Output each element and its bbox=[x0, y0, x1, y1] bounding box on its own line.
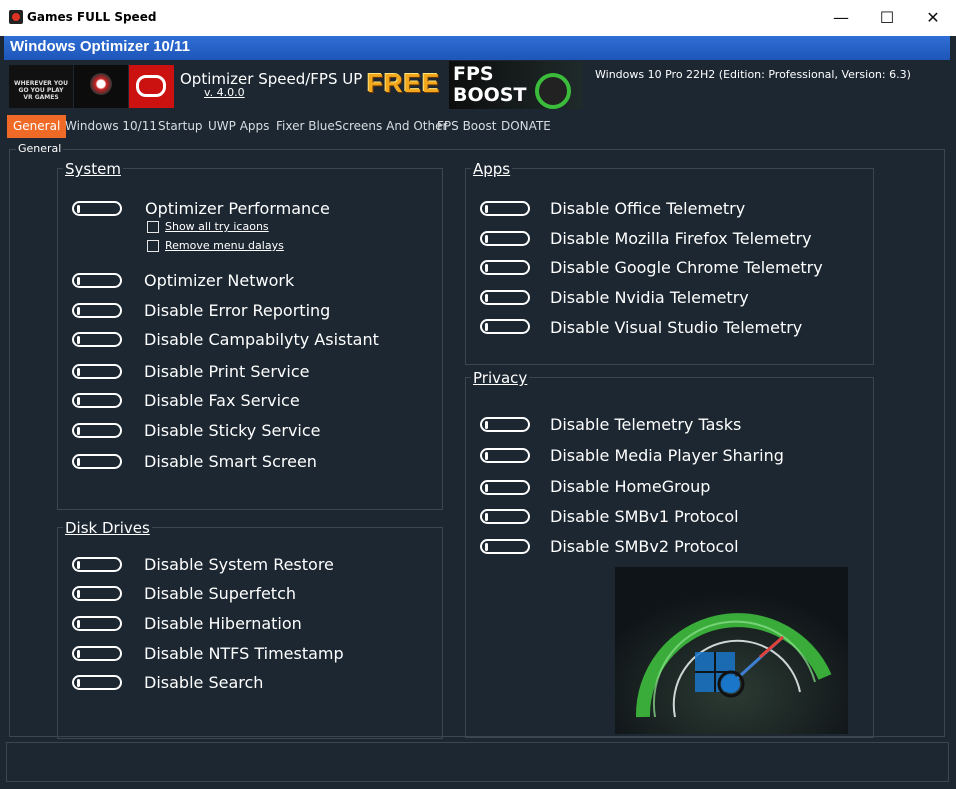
gauge-icon bbox=[535, 73, 571, 109]
brand-logo bbox=[74, 65, 128, 108]
close-button[interactable]: ✕ bbox=[910, 0, 956, 36]
fps-boost-banner: FPS BOOST bbox=[449, 61, 583, 109]
toggle-search[interactable] bbox=[72, 675, 122, 690]
tab-general[interactable]: General bbox=[7, 115, 67, 138]
label-telemetry-tasks: Disable Telemetry Tasks bbox=[550, 415, 742, 434]
label-sticky-service: Disable Sticky Service bbox=[144, 421, 321, 440]
checkbox-remove-menu-delays[interactable] bbox=[147, 240, 159, 252]
toggle-telemetry-tasks[interactable] bbox=[480, 417, 530, 432]
version-link[interactable]: v. 4.0.0 bbox=[204, 86, 245, 99]
system-title: System bbox=[63, 160, 123, 178]
label-optimizer-performance: Optimizer Performance bbox=[145, 199, 330, 218]
speedometer-icon bbox=[615, 567, 848, 734]
title-bar: Games FULL Speed — ☐ ✕ bbox=[0, 0, 956, 36]
disk-drives-title: Disk Drives bbox=[63, 519, 152, 537]
toggle-nvidia-telemetry[interactable] bbox=[480, 290, 530, 305]
toggle-compatibility-assistant[interactable] bbox=[72, 332, 122, 347]
label-homegroup: Disable HomeGroup bbox=[550, 477, 711, 496]
toggle-smart-screen[interactable] bbox=[72, 454, 122, 469]
toggle-visual-studio-telemetry[interactable] bbox=[480, 319, 530, 334]
label-compatibility-assistant: Disable Campabilyty Asistant bbox=[144, 330, 379, 349]
label-remove-menu-delays: Remove menu dalays bbox=[165, 239, 284, 252]
toggle-ntfs-timestamp[interactable] bbox=[72, 646, 122, 661]
toggle-homegroup[interactable] bbox=[480, 480, 530, 495]
toggle-hibernation[interactable] bbox=[72, 616, 122, 631]
toggle-superfetch[interactable] bbox=[72, 586, 122, 601]
free-badge: FREE bbox=[367, 68, 441, 98]
toggle-smbv1[interactable] bbox=[480, 509, 530, 524]
gaming-logo bbox=[129, 65, 174, 108]
tab-uwp-apps[interactable]: UWP Apps bbox=[208, 115, 269, 138]
toggle-chrome-telemetry[interactable] bbox=[480, 260, 530, 275]
label-optimizer-network: Optimizer Network bbox=[144, 271, 295, 290]
status-bar bbox=[6, 742, 949, 782]
toggle-smbv2[interactable] bbox=[480, 539, 530, 554]
label-smart-screen: Disable Smart Screen bbox=[144, 452, 317, 471]
toggle-firefox-telemetry[interactable] bbox=[480, 231, 530, 246]
label-system-restore: Disable System Restore bbox=[144, 555, 334, 574]
label-fax-service: Disable Fax Service bbox=[144, 391, 300, 410]
app-icon bbox=[9, 10, 23, 24]
label-media-player-sharing: Disable Media Player Sharing bbox=[550, 446, 784, 465]
toggle-office-telemetry[interactable] bbox=[480, 201, 530, 216]
speedometer-illustration bbox=[615, 567, 848, 734]
vr-games-text: WHEREVER YOU GO YOU PLAY VR GAMES bbox=[13, 80, 68, 101]
tab-startup[interactable]: Startup bbox=[158, 115, 203, 138]
label-smbv2: Disable SMBv2 Protocol bbox=[550, 537, 739, 556]
label-office-telemetry: Disable Office Telemetry bbox=[550, 199, 746, 218]
label-show-tray-icons: Show all try icaons bbox=[165, 220, 269, 233]
gamepad-icon bbox=[136, 75, 166, 97]
label-superfetch: Disable Superfetch bbox=[144, 584, 296, 603]
label-search: Disable Search bbox=[144, 673, 264, 692]
label-print-service: Disable Print Service bbox=[144, 362, 310, 381]
window-title: Games FULL Speed bbox=[27, 10, 157, 24]
toggle-sticky-service[interactable] bbox=[72, 423, 122, 438]
os-info: Windows 10 Pro 22H2 (Edition: Profession… bbox=[595, 68, 911, 81]
maximize-button[interactable]: ☐ bbox=[864, 0, 910, 36]
label-chrome-telemetry: Disable Google Chrome Telemetry bbox=[550, 258, 823, 277]
label-error-reporting: Disable Error Reporting bbox=[144, 301, 331, 320]
label-visual-studio-telemetry: Disable Visual Studio Telemetry bbox=[550, 318, 803, 337]
tab-fixer[interactable]: Fixer BlueScreens And Other bbox=[276, 115, 447, 138]
tab-fps-boost[interactable]: FPS Boost bbox=[437, 115, 496, 138]
toggle-print-service[interactable] bbox=[72, 364, 122, 379]
label-firefox-telemetry: Disable Mozilla Firefox Telemetry bbox=[550, 229, 812, 248]
vr-games-banner: WHEREVER YOU GO YOU PLAY VR GAMES bbox=[9, 65, 73, 108]
label-ntfs-timestamp: Disable NTFS Timestamp bbox=[144, 644, 344, 663]
general-legend: General bbox=[16, 142, 64, 155]
toggle-fax-service[interactable] bbox=[72, 393, 122, 408]
label-nvidia-telemetry: Disable Nvidia Telemetry bbox=[550, 288, 749, 307]
toggle-optimizer-network[interactable] bbox=[72, 273, 122, 288]
tab-donate[interactable]: DONATE bbox=[501, 115, 551, 138]
tab-windows[interactable]: Windows 10/11 bbox=[65, 115, 157, 138]
toggle-optimizer-performance[interactable] bbox=[72, 201, 122, 216]
privacy-title: Privacy bbox=[471, 369, 530, 387]
fps-boost-text: FPS BOOST bbox=[453, 63, 527, 106]
apps-title: Apps bbox=[471, 160, 513, 178]
minimize-button[interactable]: — bbox=[818, 0, 864, 36]
label-hibernation: Disable Hibernation bbox=[144, 614, 302, 633]
toggle-media-player-sharing[interactable] bbox=[480, 448, 530, 463]
toggle-error-reporting[interactable] bbox=[72, 303, 122, 318]
checkbox-show-tray-icons[interactable] bbox=[147, 221, 159, 233]
toggle-system-restore[interactable] bbox=[72, 557, 122, 572]
app-heading: Windows Optimizer 10/11 bbox=[10, 38, 190, 55]
label-smbv1: Disable SMBv1 Protocol bbox=[550, 507, 739, 526]
header-band: Windows Optimizer 10/11 bbox=[4, 36, 950, 60]
